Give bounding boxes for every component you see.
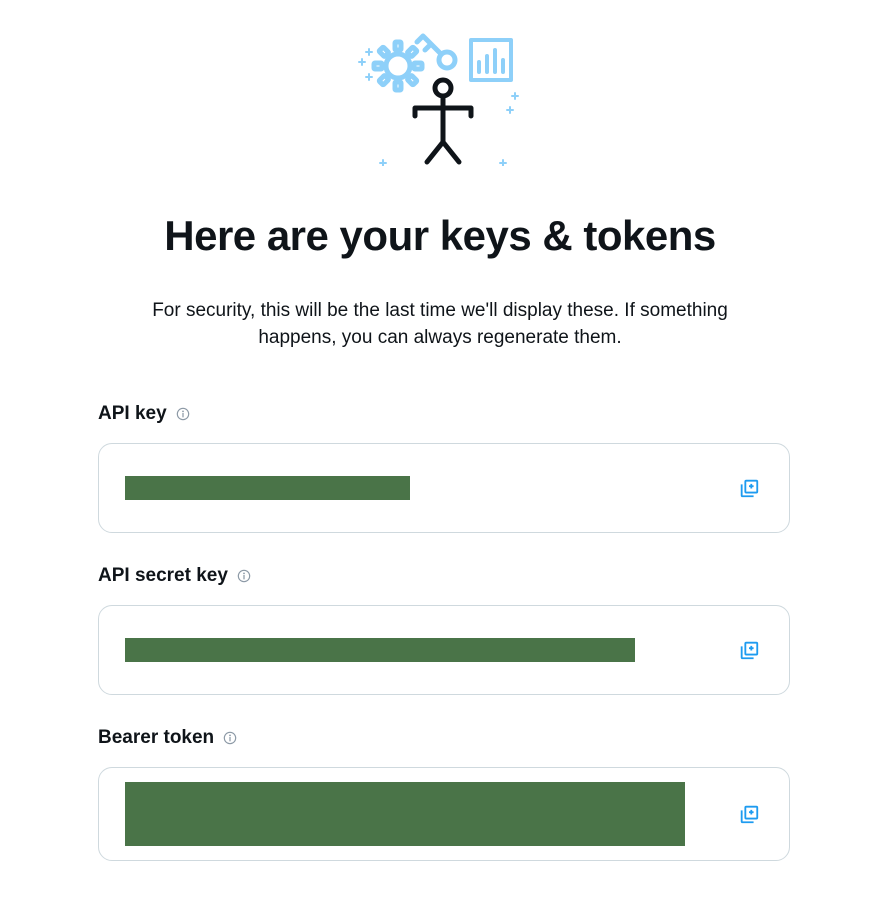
page-subtitle: For security, this will be the last time… <box>120 298 760 351</box>
field-api-key: API key <box>98 403 790 533</box>
api-secret-key-label: API secret key <box>98 565 228 587</box>
bearer-token-value <box>125 782 685 846</box>
info-icon[interactable] <box>236 568 252 584</box>
api-key-label: API key <box>98 403 167 425</box>
field-api-secret-key: API secret key <box>98 565 790 695</box>
copy-api-secret-key-button[interactable] <box>737 638 761 662</box>
copy-bearer-token-button[interactable] <box>737 802 761 826</box>
bearer-token-label: Bearer token <box>98 727 214 749</box>
page-title: Here are your keys & tokens <box>164 212 715 260</box>
api-secret-key-value <box>125 638 635 662</box>
keys-tokens-illustration <box>355 16 525 166</box>
copy-api-key-button[interactable] <box>737 476 761 500</box>
api-key-value <box>125 476 410 500</box>
info-icon[interactable] <box>222 730 238 746</box>
field-bearer-token: Bearer token <box>98 727 790 861</box>
info-icon[interactable] <box>175 406 191 422</box>
